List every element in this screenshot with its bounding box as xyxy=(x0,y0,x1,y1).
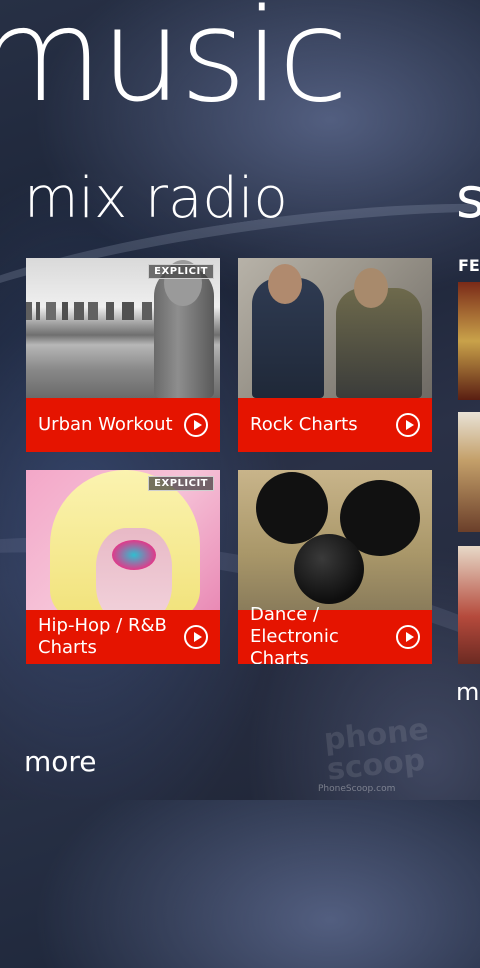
play-circle-icon[interactable] xyxy=(396,625,420,649)
watermark-url: PhoneScoop.com xyxy=(318,784,396,794)
tile-rock-charts[interactable]: Rock Charts xyxy=(238,258,432,452)
city-skyline-image xyxy=(26,302,166,320)
play-circle-icon[interactable] xyxy=(184,625,208,649)
tile-artwork xyxy=(238,258,432,398)
band-member-head-image xyxy=(268,264,302,304)
hub-title: music xyxy=(0,0,348,131)
tile-hiphop-rnb-charts[interactable]: EXPLICIT Hip-Hop / R&B Charts xyxy=(26,470,220,664)
album-art-peek[interactable] xyxy=(458,412,480,532)
album-art-peek[interactable] xyxy=(458,282,480,400)
tile-artwork: EXPLICIT xyxy=(26,258,220,398)
tile-label-bar[interactable]: Rock Charts xyxy=(238,398,432,452)
album-art-peek[interactable] xyxy=(458,546,480,664)
tile-artwork: EXPLICIT xyxy=(26,470,220,610)
tile-dance-electronic-charts[interactable]: Dance / Electronic Charts xyxy=(238,470,432,664)
band-member-head-image xyxy=(354,268,388,308)
next-section-peek[interactable]: s xyxy=(456,162,480,236)
next-section-header-peek: FE xyxy=(458,256,480,275)
tile-label: Hip-Hop / R&B Charts xyxy=(38,615,167,658)
tile-label: Urban Workout xyxy=(38,414,173,435)
play-circle-icon[interactable] xyxy=(396,413,420,437)
section-title: mix radio xyxy=(24,166,288,231)
mouse-head-image xyxy=(294,534,364,604)
tile-label: Rock Charts xyxy=(250,414,358,435)
tile-urban-workout[interactable]: EXPLICIT Urban Workout xyxy=(26,258,220,452)
tile-label: Dance / Electronic Charts xyxy=(250,604,339,664)
next-section-more-peek[interactable]: m xyxy=(456,678,479,706)
tile-artwork xyxy=(238,470,432,610)
play-circle-icon[interactable] xyxy=(184,413,208,437)
tile-label-bar[interactable]: Dance / Electronic Charts xyxy=(238,604,432,664)
explicit-badge: EXPLICIT xyxy=(148,476,214,491)
more-link[interactable]: more xyxy=(24,744,97,780)
explicit-badge: EXPLICIT xyxy=(148,264,214,279)
mouse-ear-image xyxy=(256,472,328,544)
tile-label-bar[interactable]: Urban Workout xyxy=(26,398,220,452)
tile-label-bar[interactable]: Hip-Hop / R&B Charts xyxy=(26,610,220,664)
face-paint-image xyxy=(112,540,156,570)
